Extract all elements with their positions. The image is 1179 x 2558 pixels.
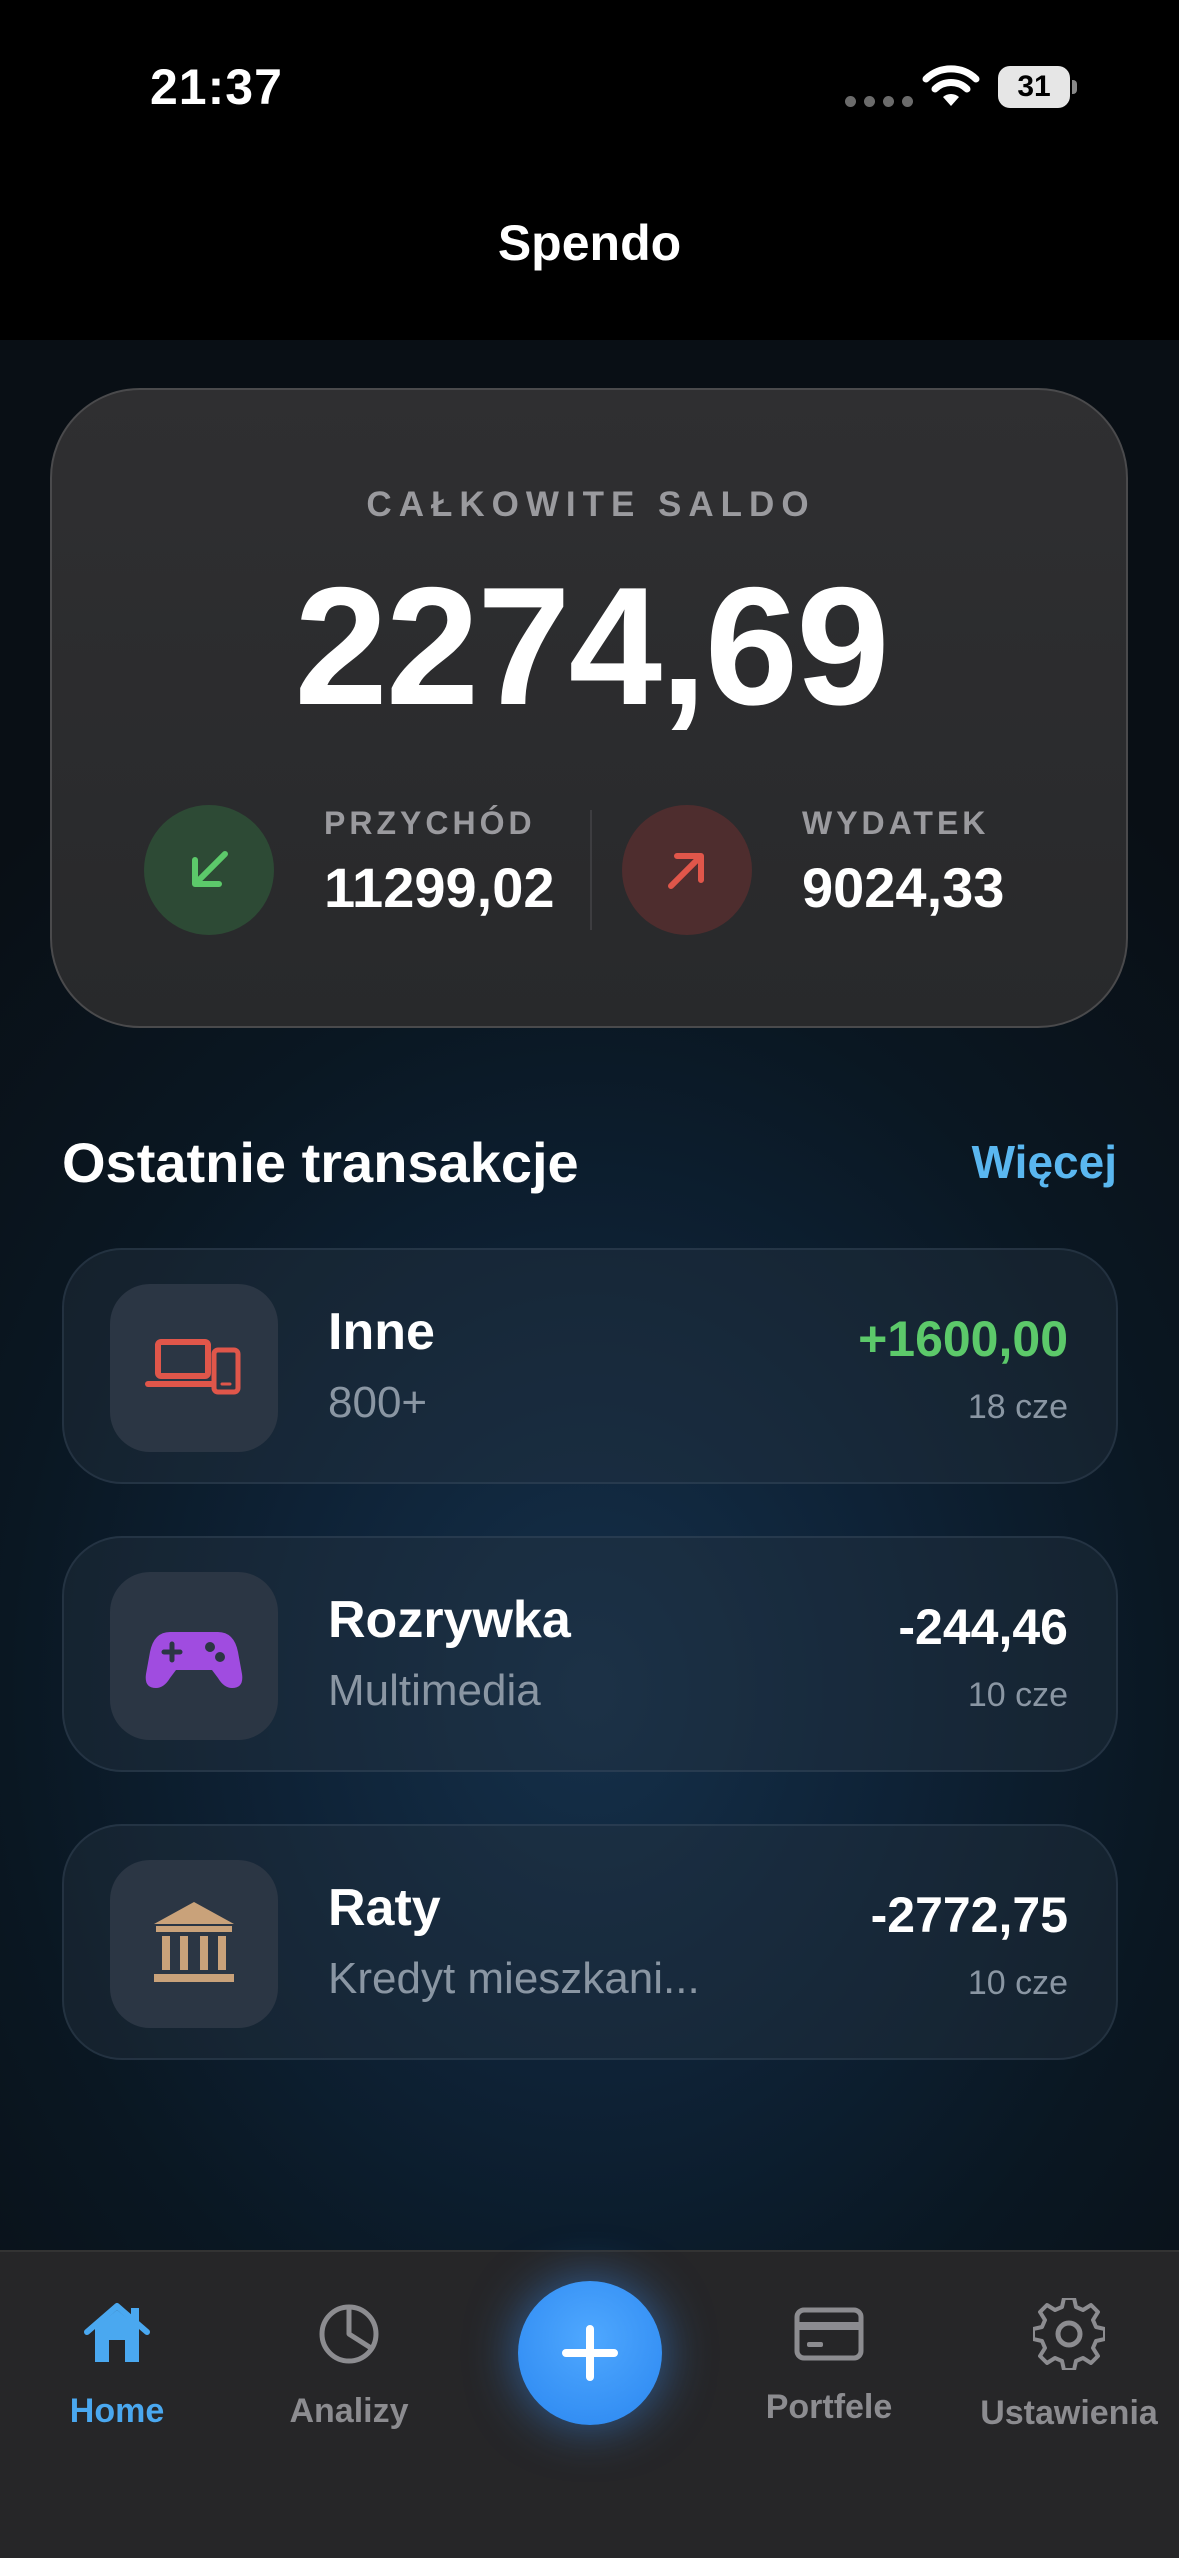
transaction-item[interactable]: Inne 800+ +1600,00 18 cze [62,1248,1118,1484]
transaction-amount: -2772,75 [870,1887,1068,1943]
tab-label: Analizy [289,2392,409,2430]
transaction-date: 10 cze [967,1676,1068,1714]
status-bar: 21:37 31 [0,0,1179,170]
transaction-amount: -244,46 [898,1599,1068,1655]
home-icon [84,2303,150,2362]
plus-icon [562,2325,618,2381]
add-transaction-button[interactable] [518,2281,662,2425]
tab-ustawienia[interactable]: Ustawienia [951,2252,1179,2452]
transaction-subtitle: 800+ [328,1378,428,1427]
transaction-date: 18 cze [967,1388,1068,1426]
transaction-item[interactable]: Rozrywka Multimedia -244,46 10 cze [62,1536,1118,1772]
stats-divider [590,810,592,930]
income-value: 11299,02 [324,856,555,919]
transaction-amount: +1600,00 [858,1311,1068,1367]
transaction-item[interactable]: Raty Kredyt mieszkani... -2772,75 10 cze [62,1824,1118,2060]
tab-portfele[interactable]: Portfele [711,2252,947,2452]
battery-level: 31 [998,66,1070,108]
arrow-down-left-icon [192,851,228,887]
gear-icon [1033,2298,1105,2370]
gamepad-icon [145,1632,243,1688]
income-circle [144,805,274,935]
transaction-name: Rozrywka [328,1591,571,1649]
tab-analizy[interactable]: Analizy [231,2252,467,2452]
transaction-date: 10 cze [967,1964,1068,2002]
more-link[interactable]: Więcej [972,1135,1117,1189]
category-icon-box [110,1284,278,1452]
category-icon-box [110,1860,278,2028]
tab-label: Ustawienia [980,2394,1158,2432]
transaction-subtitle: Kredyt mieszkani... [328,1954,700,2003]
tab-home[interactable]: Home [0,2252,235,2452]
bank-icon [154,1902,234,1982]
balance-label: CAŁKOWITE SALDO [366,485,816,524]
battery-icon: 31 [998,66,1078,108]
transaction-name: Raty [328,1879,441,1937]
income-label: PRZYCHÓD [324,805,536,841]
balance-value: 2274,69 [294,552,889,740]
recent-transactions-title: Ostatnie transakcje [62,1131,579,1194]
card-icon [794,2307,864,2361]
expense-value: 9024,33 [802,856,1005,919]
expense-label: WYDATEK [802,805,990,841]
devices-icon [145,1339,241,1395]
category-icon-box [110,1572,278,1740]
status-time: 21:37 [150,59,283,115]
tab-label: Home [69,2392,165,2430]
page-title: Spendo [497,215,682,271]
arrow-up-right-icon [668,853,704,889]
expense-circle [622,805,752,935]
wifi-icon [922,65,980,106]
cellular-signal-icon [845,96,913,107]
transaction-name: Inne [328,1303,435,1361]
pie-chart-icon [319,2304,379,2364]
transaction-subtitle: Multimedia [328,1666,541,1715]
tab-label: Portfele [765,2388,893,2426]
balance-card: CAŁKOWITE SALDO 2274,69 PRZYCHÓD 11299,0… [50,388,1128,1028]
